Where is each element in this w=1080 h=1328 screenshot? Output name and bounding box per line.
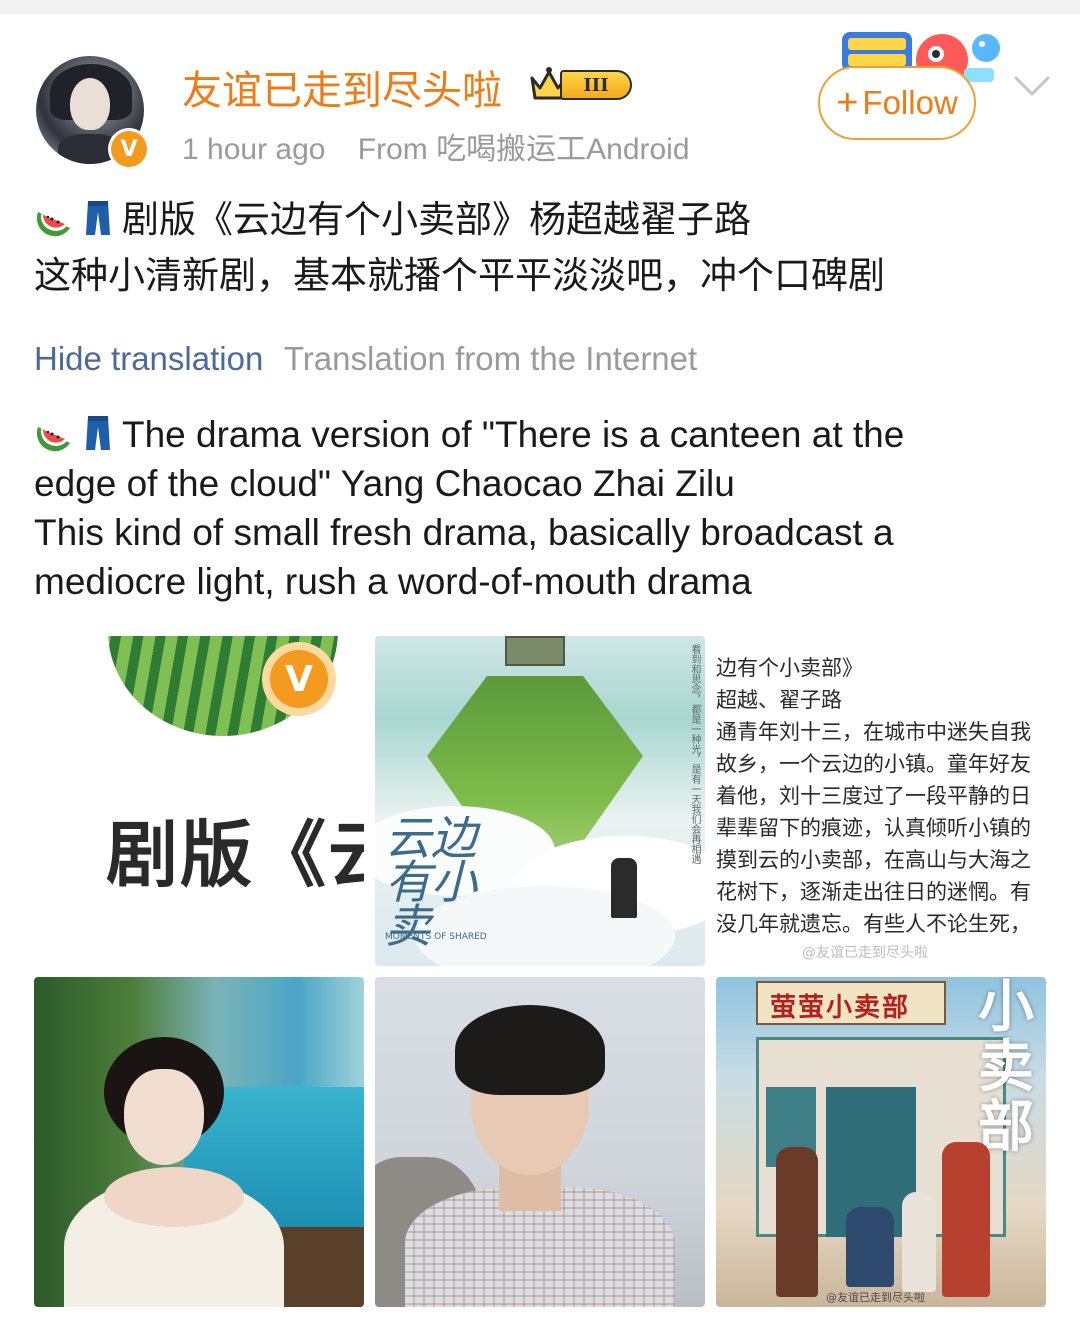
shop-sign: 萤萤小卖部: [770, 993, 911, 1023]
post-text-zh-line2: 这种小清新剧，基本就播个平平淡淡吧，冲个口碑剧: [34, 254, 885, 297]
portrait-woman: [124, 1069, 204, 1165]
post-image-6[interactable]: 萤萤小卖部 小卖部 @友谊已走到尽头啦: [716, 977, 1046, 1307]
post-image-3[interactable]: 边有个小卖部》 超越、翟子路 通青年刘十三，在城市中迷失自我 故乡，一个云边的小…: [716, 636, 1046, 966]
jeans-emoji: [86, 416, 110, 451]
username[interactable]: 友谊已走到尽头啦: [182, 58, 502, 116]
hide-translation-link[interactable]: Hide translation: [34, 340, 263, 377]
watermelon-emoji: [36, 427, 70, 452]
chevron-down-icon[interactable]: [1012, 70, 1052, 100]
post-image-4[interactable]: [34, 977, 364, 1307]
jeans-emoji: [86, 200, 110, 235]
top-divider: [0, 0, 1080, 14]
cast-figure: [776, 1147, 818, 1297]
synopsis-line: 摸到云的小卖部，在高山与大海之: [716, 848, 1031, 872]
synopsis-line: 着他，刘十三度过了一段平静的日: [716, 784, 1031, 808]
cast-figure: [902, 1192, 936, 1292]
post-text-zh-line1: 剧版《云边有个小卖部》杨超越翟子路: [122, 198, 751, 241]
plus-icon: +: [836, 81, 859, 124]
image-watermark: @友谊已走到尽头啦: [802, 945, 928, 961]
post-image-5[interactable]: [375, 977, 705, 1307]
image-3-synopsis: 边有个小卖部》 超越、翟子路 通青年刘十三，在城市中迷失自我 故乡，一个云边的小…: [716, 652, 1046, 940]
image-watermark: @友谊已走到尽头啦: [826, 1291, 925, 1304]
vip-badge[interactable]: III: [528, 64, 636, 104]
synopsis-line: 边有个小卖部》: [716, 656, 863, 680]
post-source: From 吃喝搬运工Android: [357, 133, 690, 166]
post-text-en-line3: This kind of small fresh drama, basicall…: [34, 512, 894, 553]
post-image-2[interactable]: 云边有小卖 MOMENTS OF SHARED 看到和思念，都是一种光，是有一天…: [375, 636, 705, 966]
post-time: 1 hour ago: [182, 133, 326, 166]
follow-button[interactable]: + Follow: [818, 66, 976, 140]
verified-v-icon: V: [262, 642, 336, 716]
poster-vertical-text: 看到和思念，都是一种光，是有一天我们会再相遇: [689, 644, 700, 864]
post-text-en-line4: mediocre light, rush a word-of-mouth dra…: [34, 561, 752, 602]
cast-figure: [846, 1207, 894, 1287]
cast-figure: [942, 1142, 990, 1297]
verified-v-icon: V: [108, 128, 150, 170]
poster-title: 小卖部: [978, 977, 1034, 1160]
post-text-original: 剧版《云边有个小卖部》杨超越翟子路 这种小清新剧，基本就播个平平淡淡吧，冲个口碑…: [34, 192, 1050, 304]
synopsis-line: 花树下，逐渐走出往日的迷惘。有: [716, 880, 1031, 904]
poster-en-title: MOMENTS OF SHARED: [385, 932, 487, 942]
watermelon-emoji: [36, 211, 70, 236]
synopsis-line: 超越、翟子路: [716, 688, 842, 712]
synopsis-line: 故乡，一个云边的小镇。童年好友: [716, 752, 1031, 776]
post-image-1[interactable]: V 剧版《云: [34, 636, 364, 966]
post-text-en-line2: edge of the cloud" Yang Chaocao Zhai Zil…: [34, 463, 735, 504]
image-1-text: 剧版《云: [106, 813, 364, 897]
post-text-en-line1: The drama version of "There is a canteen…: [122, 414, 905, 455]
translation-row: Hide translation Translation from the In…: [34, 340, 697, 378]
poster-title: 云边有小卖: [385, 811, 477, 953]
post-text-translated: The drama version of "There is a canteen…: [34, 410, 1050, 606]
follow-label: Follow: [862, 84, 958, 121]
synopsis-line: 辈辈留下的痕迹，认真倾听小镇的: [716, 816, 1031, 840]
poster-figure: [611, 858, 637, 918]
translation-source: Translation from the Internet: [283, 340, 698, 377]
post-meta: 1 hour ago From 吃喝搬运工Android: [182, 124, 690, 168]
synopsis-line: 没几年就遗忘。有些人不论生死，: [716, 912, 1031, 936]
synopsis-line: 通青年刘十三，在城市中迷失自我: [716, 720, 1031, 744]
vip-level: III: [560, 70, 632, 100]
